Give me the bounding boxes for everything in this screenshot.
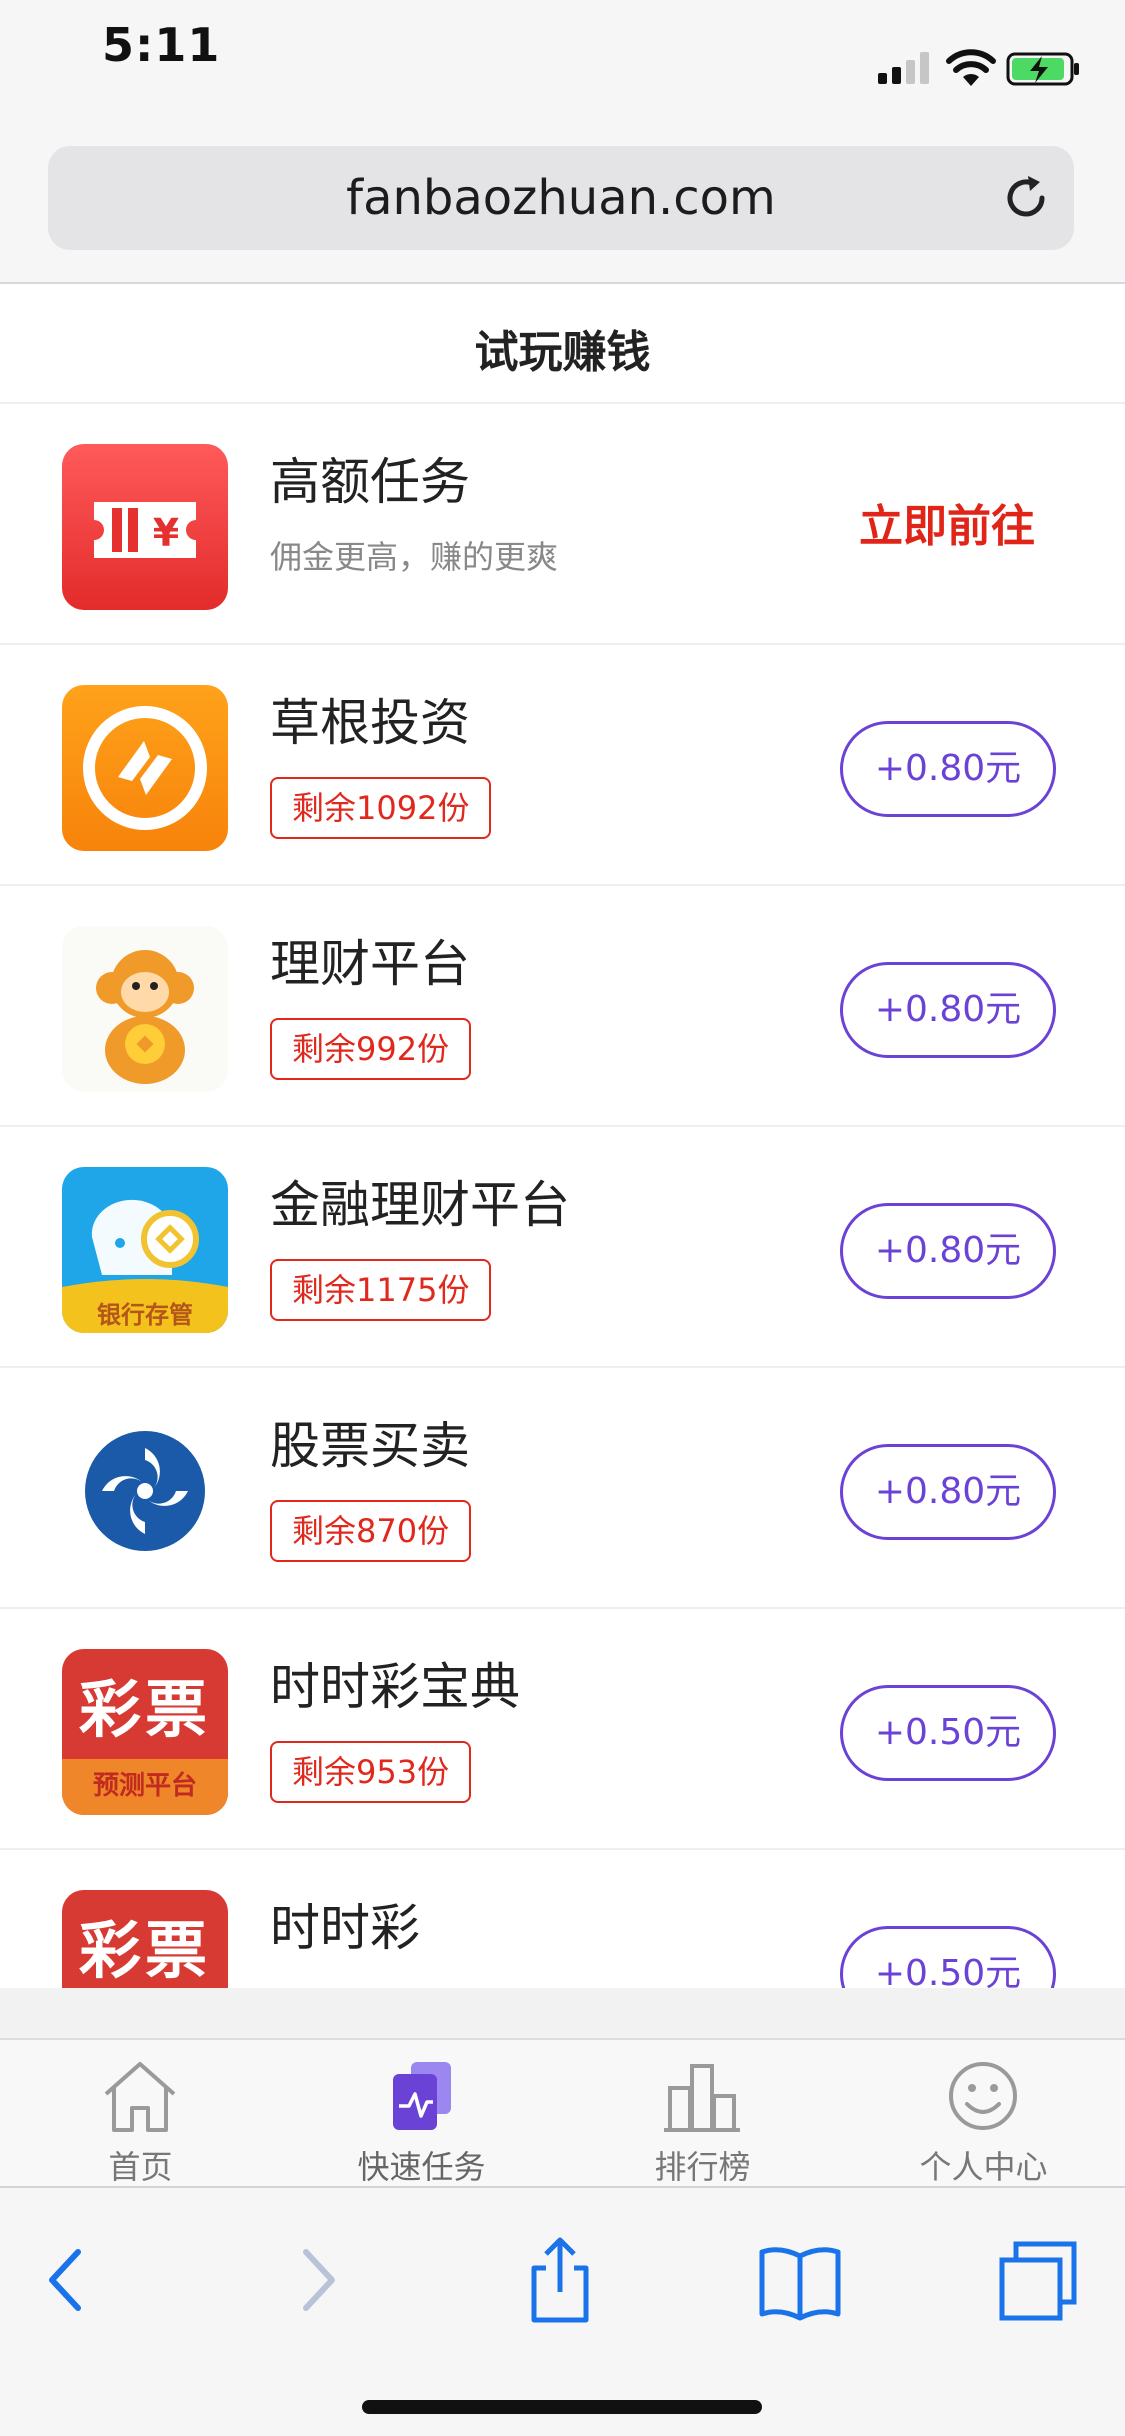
home-indicator xyxy=(362,2400,762,2414)
monkey-icon xyxy=(62,926,228,1092)
task-row[interactable]: 彩票 时时彩 +0.50元 xyxy=(0,1850,1125,1988)
task-row[interactable]: 股票买卖 剩余870份 +0.80元 xyxy=(0,1368,1125,1609)
task-icon xyxy=(393,2062,451,2130)
back-icon[interactable] xyxy=(18,2230,118,2330)
icon-caption: 银行存管 xyxy=(97,1300,193,1329)
url-text[interactable]: fanbaozhuan.com xyxy=(48,170,1074,226)
icon-caption: 彩票 xyxy=(78,1914,211,1987)
svg-text:¥: ¥ xyxy=(153,511,179,555)
forward-icon[interactable] xyxy=(266,2230,366,2330)
reward-button[interactable]: +0.80元 xyxy=(840,1444,1056,1540)
remaining-badge: 剩余1175份 xyxy=(270,1259,492,1321)
list-footer-gap xyxy=(0,1988,1125,2038)
swirl-logo-icon xyxy=(62,1408,228,1574)
reload-icon[interactable] xyxy=(1000,172,1052,224)
profile-icon xyxy=(949,2062,1017,2130)
cellular-signal-icon xyxy=(878,52,934,84)
task-name: 高额任务 xyxy=(270,453,470,511)
icon-subcaption: 预测平台 xyxy=(92,1771,197,1801)
icon-caption: 彩票 xyxy=(78,1673,211,1746)
reward-button[interactable]: +0.80元 xyxy=(840,721,1056,817)
task-name: 草根投资 xyxy=(270,694,470,752)
task-row[interactable]: 彩票 预测平台 时时彩宝典 剩余953份 +0.50元 xyxy=(0,1609,1125,1850)
tab-profile[interactable]: 个人中心 xyxy=(843,2040,1124,2188)
remaining-badge: 剩余953份 xyxy=(270,1741,472,1803)
task-row[interactable]: 银行存管 金融理财平台 剩余1175份 +0.80元 xyxy=(0,1127,1125,1368)
tabs-icon[interactable] xyxy=(988,2230,1088,2330)
browser-toolbar xyxy=(0,2186,1125,2436)
reward-button[interactable]: +0.50元 xyxy=(840,1926,1056,1988)
tab-quick-tasks[interactable]: 快速任务 xyxy=(281,2040,562,2188)
task-row[interactable]: 理财平台 剩余992份 +0.80元 xyxy=(0,886,1125,1127)
page-title: 试玩赚钱 xyxy=(474,327,651,378)
tab-ranking[interactable]: 排行榜 xyxy=(562,2040,843,2188)
lottery-icon: 彩票 xyxy=(62,1890,228,1988)
bookmarks-icon[interactable] xyxy=(750,2230,850,2330)
lottery-icon: 彩票 预测平台 xyxy=(62,1649,228,1815)
bank-elephant-icon: 银行存管 xyxy=(62,1167,228,1333)
remaining-badge: 剩余870份 xyxy=(270,1500,472,1562)
page-header: 试玩赚钱 xyxy=(0,284,1125,404)
address-bar[interactable]: fanbaozhuan.com xyxy=(48,146,1074,250)
task-name: 时时彩 xyxy=(270,1899,420,1957)
tab-bar: 首页 快速任务 排行榜 个人中心 xyxy=(0,2038,1125,2186)
reward-button[interactable]: +0.80元 xyxy=(840,1203,1056,1299)
status-bar: 5:11 xyxy=(0,0,1125,132)
ranking-icon xyxy=(664,2064,740,2132)
browser-address-area: fanbaozhuan.com xyxy=(0,132,1125,284)
task-name: 时时彩宝典 xyxy=(270,1658,520,1716)
tab-home[interactable]: 首页 xyxy=(0,2040,281,2188)
task-name: 股票买卖 xyxy=(270,1417,470,1475)
chart-coin-icon xyxy=(62,685,228,851)
remaining-badge: 剩余992份 xyxy=(270,1018,472,1080)
task-list[interactable]: ¥ 高额任务 佣金更高，赚的更爽 立即前往 草根投资 剩余1092份 +0.80… xyxy=(0,404,1125,1988)
task-name: 金融理财平台 xyxy=(270,1176,570,1234)
ticket-icon: ¥ xyxy=(62,444,228,610)
task-name: 理财平台 xyxy=(270,935,470,993)
reward-button[interactable]: +0.50元 xyxy=(840,1685,1056,1781)
wifi-icon xyxy=(946,49,996,86)
tab-label: 快速任务 xyxy=(357,2148,486,2186)
go-now-link[interactable]: 立即前往 xyxy=(859,490,1035,554)
remaining-badge: 剩余1092份 xyxy=(270,777,492,839)
share-icon[interactable] xyxy=(510,2230,610,2330)
battery-charging-icon xyxy=(1006,52,1079,86)
tab-label: 首页 xyxy=(108,2148,173,2186)
tab-label: 排行榜 xyxy=(654,2148,751,2186)
featured-task-row[interactable]: ¥ 高额任务 佣金更高，赚的更爽 立即前往 xyxy=(0,404,1125,645)
task-subtitle: 佣金更高，赚的更爽 xyxy=(270,538,559,576)
task-row[interactable]: 草根投资 剩余1092份 +0.80元 xyxy=(0,645,1125,886)
status-time: 5:11 xyxy=(102,18,221,72)
home-icon xyxy=(104,2062,176,2132)
reward-button[interactable]: +0.80元 xyxy=(840,962,1056,1058)
tab-label: 个人中心 xyxy=(919,2148,1048,2186)
